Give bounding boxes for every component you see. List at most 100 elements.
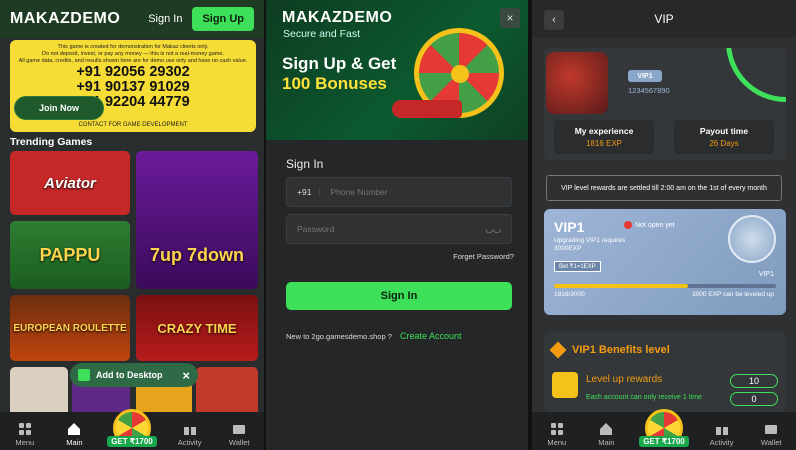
game-card-7up7down[interactable]: 7up 7down [136,151,258,289]
game-card[interactable] [196,367,258,417]
vip-shield-icon [728,215,776,263]
nav-main[interactable]: Main [54,422,94,447]
nav-wallet[interactable]: Wallet [751,422,791,447]
grid-icon [18,423,31,435]
status-icon [624,221,632,229]
plane-icon [392,100,462,118]
country-code[interactable]: +91 [297,187,321,197]
game-card-roulette[interactable]: EUROPEAN ROULETTE [10,295,130,361]
password-input[interactable] [297,224,486,234]
forgot-password-link[interactable]: Forget Password? [453,252,514,261]
gift-icon [715,424,728,435]
sign-up-button[interactable]: Sign Up [192,7,254,31]
status-label: Not open yet [635,221,675,229]
progress-count: 1816/3000 [554,291,585,298]
phone-number: +91 92056 29302 [76,64,190,80]
phone-field[interactable]: +91 [286,177,512,207]
join-now-button[interactable]: Join Now [14,96,104,120]
stat-label: My experience [574,126,634,136]
stat-value: 26 Days [709,139,739,148]
bet-ratio: Bet ₹1=1EXP [554,261,601,272]
home-panel: MAKAZDEMO Sign In Sign Up This game is c… [0,0,264,450]
trending-heading: Trending Games [10,136,93,148]
add-to-desktop-bar[interactable]: Add to Desktop × [70,363,198,387]
create-account-link[interactable]: Create Account [400,331,462,341]
experience-stat: My experience 1816 EXP [554,120,654,154]
promo-banner: MAKAZDEMO Secure and Fast Sign Up & Get … [266,0,528,140]
home-header: MAKAZDEMO Sign In Sign Up [0,0,264,38]
benefits-title-text: VIP1 Benefits level [572,344,670,356]
phone-number: +91 90137 91029 [76,79,190,95]
payout-stat: Payout time 26 Days [674,120,774,154]
phone-input[interactable] [330,187,501,197]
sign-in-link[interactable]: Sign In [148,13,182,25]
screenshot-root: MAKAZDEMO Sign In Sign Up This game is c… [0,0,796,450]
reward-label: Level up rewards [586,374,663,385]
bottom-nav: Menu Main GET ₹1700 Activity Wallet [532,409,796,450]
benefits-section: VIP1 Benefits level Level up rewards Eac… [544,332,786,412]
vip-level-title: VIP1 [554,219,585,235]
nav-label: Wallet [760,438,782,447]
nav-get-bonus[interactable]: GET ₹1700 [636,409,692,447]
grid-icon [550,423,563,435]
nav-menu[interactable]: Menu [5,422,45,447]
home-icon [68,423,81,435]
nav-label: Main [66,438,83,447]
close-button[interactable]: × [500,8,520,28]
game-card-aviator[interactable]: Aviator [10,151,130,215]
promo-bonus: 100 Bonuses [282,74,387,93]
notice-line: Do not deposit, invest, or pay any money… [42,51,224,57]
password-field[interactable]: ◡◡ [286,214,512,244]
get-bonus-label: GET ₹1700 [639,436,689,447]
get-bonus-label: GET ₹1700 [107,436,157,447]
eye-off-icon[interactable]: ◡◡ [485,224,501,235]
reward-value: 0 [730,392,778,406]
status-badge: Not open yet [624,221,675,229]
progress-bar [554,284,776,288]
stat-label: Payout time [699,126,749,136]
next-level-label: VIP1 [758,271,774,278]
back-button[interactable]: ‹ [544,10,564,30]
nav-label: Activity [177,438,202,447]
stat-value: 1816 EXP [585,139,623,148]
diamond-icon [549,341,567,359]
close-icon[interactable]: × [182,368,190,383]
nav-activity[interactable]: Activity [170,422,210,447]
vip-header: ‹ VIP [532,0,796,38]
nav-main[interactable]: Main [586,422,626,447]
signin-title: Sign In [286,157,324,171]
brand-logo: MAKAZDEMO [282,9,393,26]
contact-text: CONTACT FOR GAME DEVELOPMENT [78,122,188,128]
settlement-notice: VIP level rewards are settled till 2:00 … [546,175,782,201]
new-to-text: New to 2go.gamesdemo.shop ? [286,332,392,341]
new-account-line: New to 2go.gamesdemo.shop ? Create Accou… [286,331,462,341]
signin-panel: MAKAZDEMO Secure and Fast Sign Up & Get … [266,0,528,450]
vip-profile-card: VIP1 1234567890 My experience 1816 EXP P… [544,48,786,160]
nav-label: Menu [15,438,35,447]
upgrade-requirement: Upgrading VIP1 requires 3000EXP [554,237,626,252]
download-icon [78,369,90,381]
nav-get-bonus[interactable]: GET ₹1700 [104,409,160,447]
nav-wallet[interactable]: Wallet [219,422,259,447]
benefits-title: VIP1 Benefits level [549,341,670,359]
wallet-icon [233,425,246,434]
reward-note: Each account can only receive 1 time [586,394,702,401]
nav-menu[interactable]: Menu [537,422,577,447]
vip-level-card[interactable]: VIP1 Not open yet Upgrading VIP1 require… [544,209,786,315]
game-card-pappu[interactable]: PAPPU [10,221,130,289]
sign-in-button[interactable]: Sign In [286,282,512,310]
promo-headline: Sign Up & Get [282,54,397,73]
nav-activity[interactable]: Activity [702,422,742,447]
progress-hint: 3000 EXP can be leveled up [692,291,774,298]
nav-label: Main [598,438,615,447]
game-card-dice[interactable] [10,367,68,417]
nav-label: Menu [547,438,567,447]
nav-label: Wallet [228,438,250,447]
brand-logo: MAKAZDEMO [10,10,121,27]
add-to-desktop-label: Add to Desktop [96,370,163,380]
notice-line: This game is created for demonstration f… [57,44,209,50]
wallet-icon [765,425,778,434]
vip-panel: ‹ VIP VIP1 1234567890 My experience 1816… [532,0,796,450]
gift-icon [552,372,578,398]
game-card-crazytime[interactable]: CRAZY TIME [136,295,258,361]
